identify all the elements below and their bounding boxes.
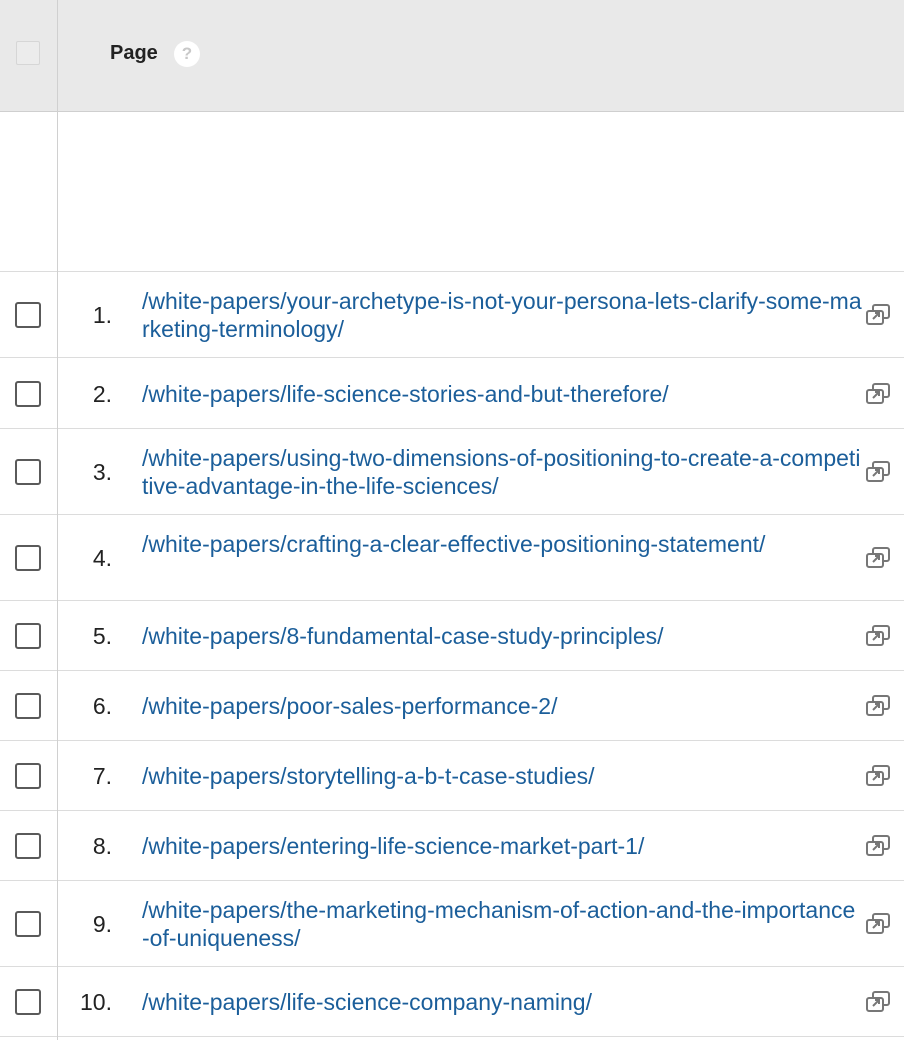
open-in-new-window-icon[interactable] bbox=[864, 833, 892, 859]
table-row: 8. /white-papers/entering-life-science-ma… bbox=[0, 811, 904, 881]
open-in-new-window-icon[interactable] bbox=[864, 693, 892, 719]
page-link[interactable]: /white-papers/using-two-dimensions-of-po… bbox=[142, 444, 862, 500]
open-in-new-window-icon[interactable] bbox=[864, 623, 892, 649]
summary-row bbox=[0, 112, 904, 272]
row-checkbox[interactable] bbox=[15, 911, 41, 937]
row-number: 2. bbox=[92, 381, 112, 407]
page-link[interactable]: /white-papers/storytelling-a-b-t-case-st… bbox=[142, 762, 862, 790]
table-row: 2. /white-papers/life-science-stories-and… bbox=[0, 358, 904, 429]
open-in-new-window-icon[interactable] bbox=[864, 302, 892, 328]
column-header-page[interactable]: Page bbox=[110, 42, 158, 65]
row-checkbox[interactable] bbox=[15, 381, 41, 407]
table-row: 4. /white-papers/crafting-a-clear-effecti… bbox=[0, 515, 904, 601]
table-header: Page ? bbox=[0, 0, 904, 112]
page-link[interactable]: /white-papers/entering-life-science-mark… bbox=[142, 832, 862, 860]
table-row: 9. /white-papers/the-marketing-mechanism-… bbox=[0, 881, 904, 967]
page-link[interactable]: /white-papers/life-science-stories-and-b… bbox=[142, 380, 862, 408]
pages-table: Page ? 1. /white-papers/your-archetype-is… bbox=[0, 0, 904, 1040]
row-number: 10. bbox=[80, 989, 112, 1015]
help-icon[interactable]: ? bbox=[174, 41, 200, 67]
open-in-new-window-icon[interactable] bbox=[864, 763, 892, 789]
row-checkbox[interactable] bbox=[15, 545, 41, 571]
page-link[interactable]: /white-papers/your-archetype-is-not-your… bbox=[142, 287, 862, 343]
open-in-new-window-icon[interactable] bbox=[864, 459, 892, 485]
row-checkbox[interactable] bbox=[15, 459, 41, 485]
row-number: 1. bbox=[92, 302, 112, 328]
row-checkbox[interactable] bbox=[15, 302, 41, 328]
table-row: 3. /white-papers/using-two-dimensions-of-… bbox=[0, 429, 904, 515]
row-checkbox[interactable] bbox=[15, 763, 41, 789]
row-number: 5. bbox=[92, 623, 112, 649]
table-row: 5. /white-papers/8-fundamental-case-study… bbox=[0, 601, 904, 671]
row-number: 7. bbox=[92, 763, 112, 789]
open-in-new-window-icon[interactable] bbox=[864, 381, 892, 407]
page-link[interactable]: /white-papers/8-fundamental-case-study-p… bbox=[142, 622, 862, 650]
select-all-checkbox[interactable] bbox=[16, 41, 40, 65]
row-checkbox[interactable] bbox=[15, 623, 41, 649]
table-row: 6. /white-papers/poor-sales-performance-2… bbox=[0, 671, 904, 741]
open-in-new-window-icon[interactable] bbox=[864, 545, 892, 571]
table-row: 10. /white-papers/life-science-company-na… bbox=[0, 967, 904, 1037]
row-checkbox[interactable] bbox=[15, 693, 41, 719]
page-link[interactable]: /white-papers/the-marketing-mechanism-of… bbox=[142, 896, 862, 952]
page-link[interactable]: /white-papers/crafting-a-clear-effective… bbox=[142, 530, 862, 558]
row-checkbox[interactable] bbox=[15, 989, 41, 1015]
open-in-new-window-icon[interactable] bbox=[864, 911, 892, 937]
open-in-new-window-icon[interactable] bbox=[864, 989, 892, 1015]
table-row: 1. /white-papers/your-archetype-is-not-yo… bbox=[0, 272, 904, 358]
page-link[interactable]: /white-papers/life-science-company-namin… bbox=[142, 988, 862, 1016]
table-row: 7. /white-papers/storytelling-a-b-t-case-… bbox=[0, 741, 904, 811]
column-divider bbox=[57, 0, 58, 1040]
row-number: 3. bbox=[92, 459, 112, 485]
row-number: 4. bbox=[92, 545, 112, 571]
row-number: 6. bbox=[92, 693, 112, 719]
row-number: 8. bbox=[92, 833, 112, 859]
page-link[interactable]: /white-papers/poor-sales-performance-2/ bbox=[142, 692, 862, 720]
row-checkbox[interactable] bbox=[15, 833, 41, 859]
row-number: 9. bbox=[92, 911, 112, 937]
